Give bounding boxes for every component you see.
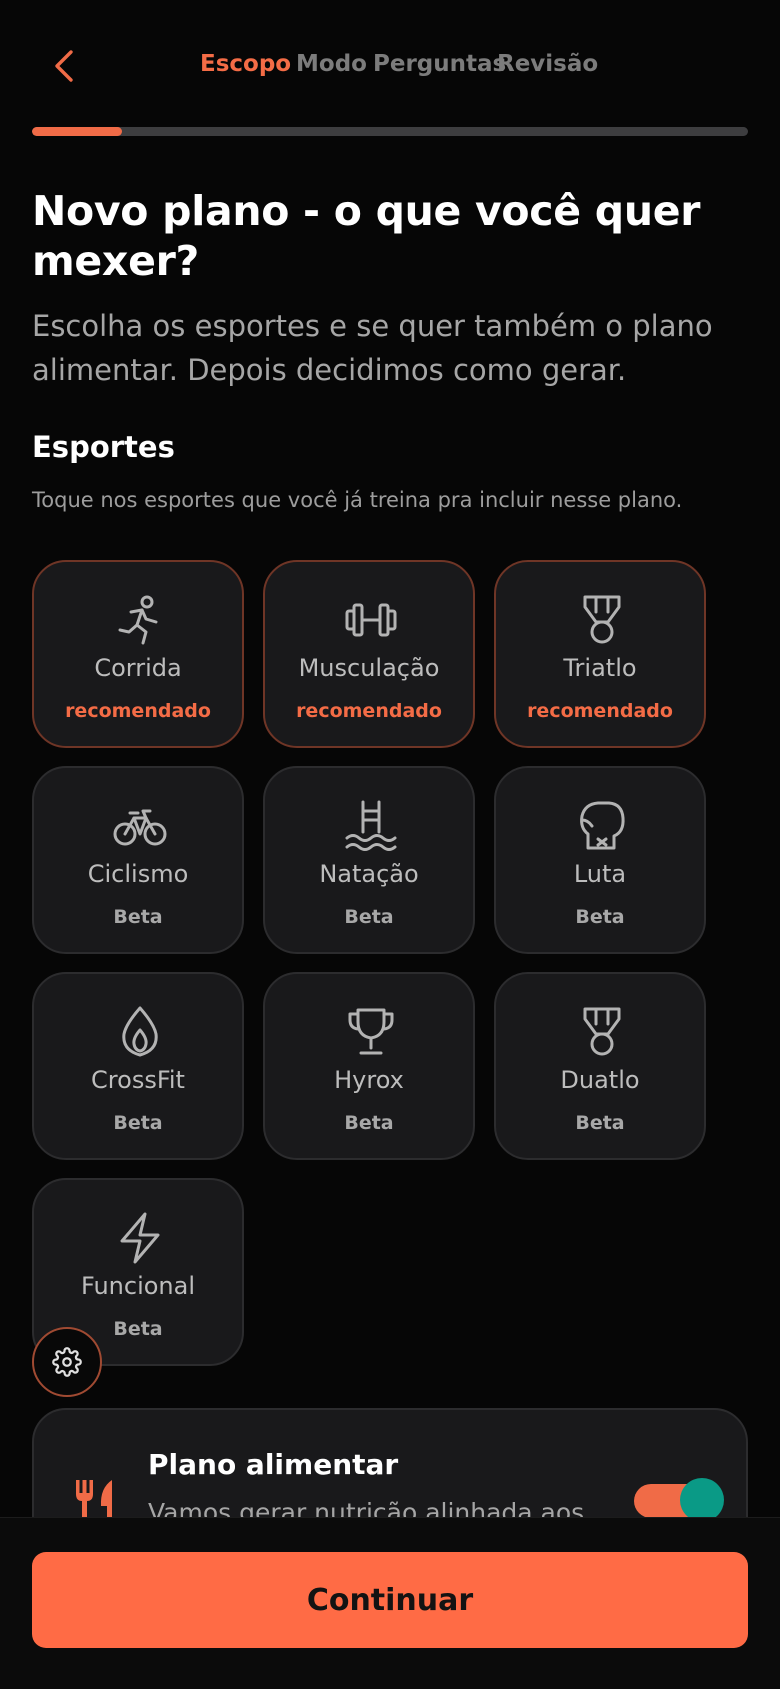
- progress-fill: [32, 127, 122, 136]
- sport-name: Hyrox: [334, 1066, 404, 1094]
- boxing-glove-icon: [572, 796, 632, 856]
- sport-card-hyrox[interactable]: Hyrox Beta: [263, 972, 475, 1160]
- flame-icon: [110, 1002, 170, 1062]
- sport-name: Ciclismo: [87, 860, 189, 888]
- settings-button[interactable]: [32, 1327, 102, 1397]
- sport-name: Duatlo: [560, 1066, 640, 1094]
- recommended-badge: recomendado: [65, 700, 211, 722]
- page-title: Novo plano - o que você quer mexer?: [32, 187, 701, 285]
- toggle-knob: [680, 1478, 724, 1522]
- medal-icon: [572, 590, 632, 650]
- lightning-icon: [110, 1208, 170, 1268]
- sport-card-natacao[interactable]: Natação Beta: [263, 766, 475, 954]
- beta-badge: Beta: [113, 906, 163, 928]
- sport-name: Luta: [573, 860, 627, 888]
- trophy-icon: [341, 1002, 401, 1062]
- step-escopo[interactable]: Escopo: [200, 46, 291, 82]
- step-revisao[interactable]: Revisão: [497, 46, 598, 82]
- sport-card-crossfit[interactable]: CrossFit Beta: [32, 972, 244, 1160]
- beta-badge: Beta: [344, 1112, 394, 1134]
- sport-name: Musculação: [298, 654, 440, 682]
- sport-card-duatlo[interactable]: Duatlo Beta: [494, 972, 706, 1160]
- sport-card-ciclismo[interactable]: Ciclismo Beta: [32, 766, 244, 954]
- meal-plan-title: Plano alimentar: [148, 1448, 399, 1481]
- running-icon: [110, 590, 170, 650]
- bicycle-icon: [110, 796, 170, 856]
- sport-name: Corrida: [94, 654, 182, 682]
- bottom-bar: Continuar: [0, 1517, 780, 1689]
- sport-name: Triatlo: [563, 654, 637, 682]
- sport-name: CrossFit: [91, 1066, 185, 1094]
- page-subtitle: Escolha os esportes e se quer também o p…: [32, 309, 713, 387]
- step-tabs: Escopo Modo Perguntas Revisão: [0, 46, 780, 82]
- beta-badge: Beta: [575, 906, 625, 928]
- sport-name: Funcional: [80, 1272, 196, 1300]
- beta-badge: Beta: [344, 906, 394, 928]
- continue-button[interactable]: Continuar: [32, 1552, 748, 1648]
- dumbbell-icon: [341, 590, 401, 650]
- recommended-badge: recomendado: [527, 700, 673, 722]
- pool-icon: [341, 796, 401, 856]
- recommended-badge: recomendado: [296, 700, 442, 722]
- sports-section-title: Esportes: [32, 430, 175, 464]
- sport-card-musculacao[interactable]: Musculação recomendado: [263, 560, 475, 748]
- sport-card-luta[interactable]: Luta Beta: [494, 766, 706, 954]
- medal-icon: [572, 1002, 632, 1062]
- beta-badge: Beta: [113, 1112, 163, 1134]
- sport-name: Natação: [319, 860, 419, 888]
- sport-card-corrida[interactable]: Corrida recomendado: [32, 560, 244, 748]
- step-modo[interactable]: Modo: [296, 46, 367, 82]
- gear-icon: [52, 1347, 82, 1377]
- step-perguntas[interactable]: Perguntas: [373, 46, 506, 82]
- sports-section-description: Toque nos esportes que você já treina pr…: [32, 488, 683, 512]
- progress-bar: [32, 127, 748, 136]
- sport-card-triatlo[interactable]: Triatlo recomendado: [494, 560, 706, 748]
- meal-plan-toggle[interactable]: [634, 1478, 724, 1522]
- beta-badge: Beta: [575, 1112, 625, 1134]
